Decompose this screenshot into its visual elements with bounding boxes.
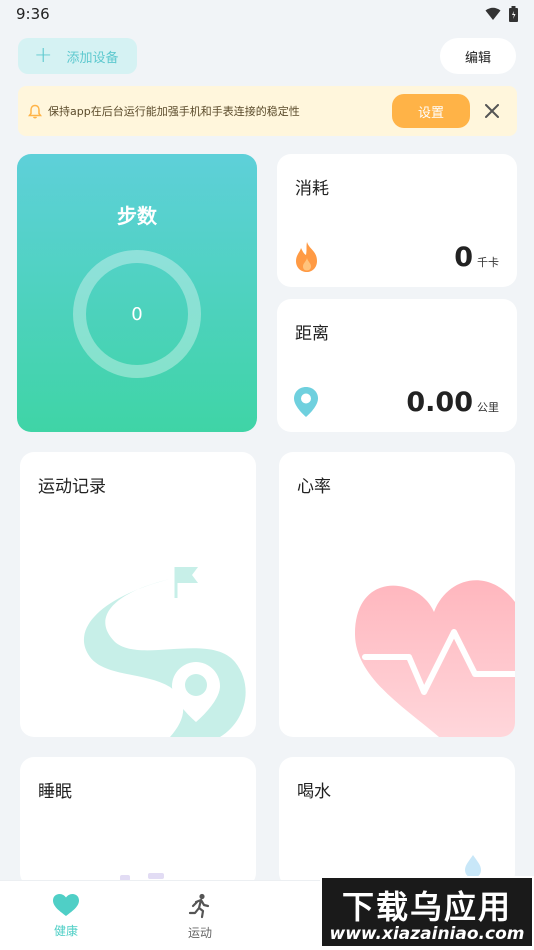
steps-value: 0: [131, 303, 143, 325]
notice-close-button[interactable]: [481, 100, 503, 122]
steps-progress-ring: 0: [73, 250, 201, 378]
flame-icon: [296, 242, 317, 272]
background-run-notice: 保持app在后台运行能加强手机和手表连接的稳定性 设置: [18, 86, 517, 136]
tab-health-label: 健康: [53, 924, 78, 938]
distance-card[interactable]: 距离 0.00 公里: [277, 299, 517, 432]
tab-health[interactable]: 健康: [31, 893, 101, 943]
distance-value: 0.00: [406, 387, 473, 418]
heart-pulse-illustration: [355, 580, 515, 737]
close-icon: [485, 104, 499, 118]
notice-text: 保持app在后台运行能加强手机和手表连接的稳定性: [48, 105, 300, 118]
sleep-card[interactable]: 睡眠: [20, 757, 256, 887]
tab-sport[interactable]: 运动: [165, 893, 235, 943]
edit-button[interactable]: 编辑: [440, 38, 516, 74]
status-icons: [485, 6, 518, 22]
exercise-records-card[interactable]: 运动记录: [20, 452, 256, 737]
add-device-button[interactable]: + 添加设备: [18, 38, 137, 74]
sleep-illustration: [120, 873, 164, 881]
running-icon: [188, 893, 210, 919]
energy-card[interactable]: 消耗 0 千卡: [277, 154, 517, 287]
status-time: 9:36: [16, 5, 50, 23]
distance-title: 距离: [295, 324, 329, 344]
watermark-logo: 下载乌应用 www.xiazainiao.com: [320, 876, 534, 948]
steps-card[interactable]: 步数 0: [17, 154, 257, 432]
tab-sport-label: 运动: [187, 926, 212, 940]
distance-value-group: 0.00 公里: [406, 387, 499, 418]
water-drop-illustration: [465, 855, 481, 878]
location-pin-icon: [294, 387, 318, 417]
battery-icon: [509, 6, 518, 22]
wifi-icon: [485, 7, 501, 20]
energy-value: 0: [454, 242, 473, 273]
add-device-label: 添加设备: [66, 50, 119, 66]
heart-icon: [53, 894, 79, 916]
energy-unit: 千卡: [477, 256, 499, 269]
plus-icon: +: [34, 43, 53, 68]
steps-title: 步数: [117, 204, 157, 228]
top-bar: + 添加设备 编辑: [18, 38, 516, 74]
winding-road-flag-illustration: [83, 567, 246, 737]
watermark-title: 下载乌应用: [341, 888, 512, 926]
water-card[interactable]: 喝水: [279, 757, 515, 887]
bell-icon: [28, 104, 42, 118]
watermark-url: www.xiazainiao.com: [329, 924, 525, 944]
notice-settings-button[interactable]: 设置: [392, 94, 470, 128]
energy-value-group: 0 千卡: [454, 242, 499, 273]
status-bar: 9:36: [0, 0, 534, 28]
distance-unit: 公里: [477, 401, 499, 414]
energy-title: 消耗: [295, 179, 329, 199]
heart-rate-card[interactable]: 心率: [279, 452, 515, 737]
